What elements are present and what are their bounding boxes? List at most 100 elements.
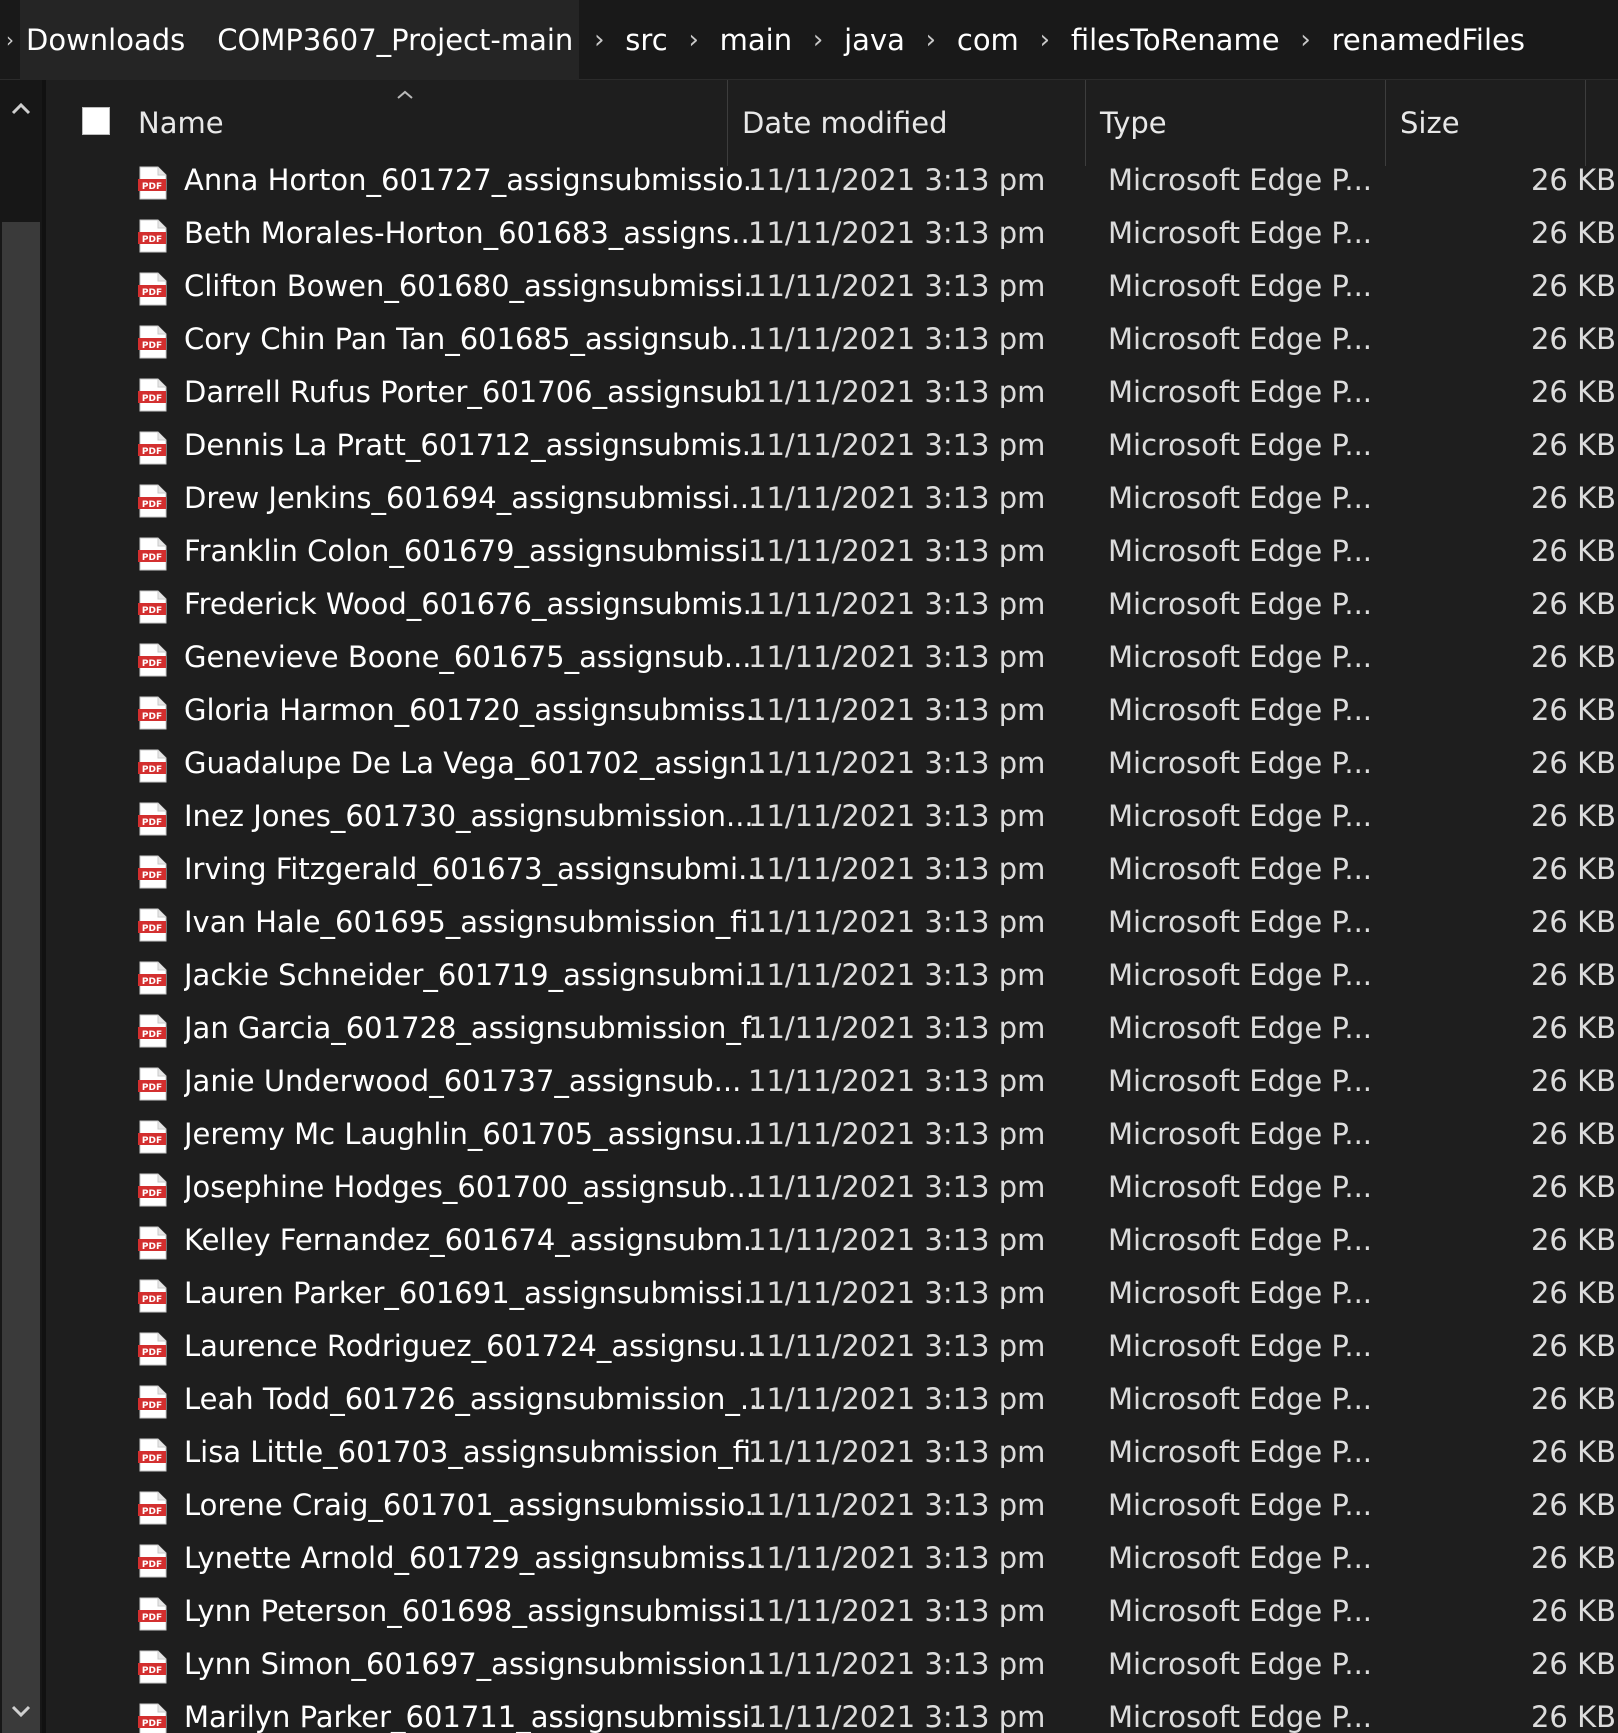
chevron-right-icon[interactable]: › [674,0,714,80]
file-type: Microsoft Edge P... [1108,1435,1373,1469]
file-size: 26 KB [1530,216,1616,250]
breadcrumb-label[interactable]: renamedFiles [1326,0,1531,80]
file-row[interactable]: PDF Franklin Colon_601679_assignsubmissi.… [46,525,1618,578]
breadcrumb-label[interactable]: com [951,0,1025,80]
file-row[interactable]: PDF Janie Underwood_601737_assignsub... 11… [46,1055,1618,1108]
file-row[interactable]: PDF Drew Jenkins_601694_assignsubmissi...… [46,472,1618,525]
file-row[interactable]: PDF Genevieve Boone_601675_assignsub... 11… [46,631,1618,684]
file-name: Josephine Hodges_601700_assignsub... [184,1170,755,1204]
file-type: Microsoft Edge P... [1108,1276,1373,1310]
file-row[interactable]: PDF Lorene Craig_601701_assignsubmissio..… [46,1479,1618,1532]
svg-text:PDF: PDF [142,447,162,457]
select-all-checkbox[interactable] [82,107,110,135]
file-date-modified: 11/11/2021 3:13 pm [748,693,1046,727]
breadcrumb-item-project[interactable]: COMP3607_Project-main › [211,0,619,80]
file-row[interactable]: PDF Dennis La Pratt_601712_assignsubmis..… [46,419,1618,472]
file-row[interactable]: PDF Lynn Peterson_601698_assignsubmissi..… [46,1585,1618,1638]
svg-text:PDF: PDF [142,1454,162,1464]
file-row[interactable]: PDF Jan Garcia_601728_assignsubmission_f.… [46,1002,1618,1055]
file-row[interactable]: PDF Cory Chin Pan Tan_601685_assignsub...… [46,313,1618,366]
file-type: Microsoft Edge P... [1108,1170,1373,1204]
svg-text:PDF: PDF [142,1083,162,1093]
file-row[interactable]: PDF Lisa Little_601703_assignsubmission_f… [46,1426,1618,1479]
file-name: Lauren Parker_601691_assignsubmissi... [184,1276,764,1310]
breadcrumb-item-filestorename[interactable]: filesToRename › [1065,0,1326,80]
svg-text:PDF: PDF [142,1136,162,1146]
file-date-modified: 11/11/2021 3:13 pm [748,1700,1046,1733]
file-row[interactable]: PDF Guadalupe De La Vega_601702_assign...… [46,737,1618,790]
file-type: Microsoft Edge P... [1108,1011,1373,1045]
navigation-pane-scrollbar[interactable] [0,80,42,1733]
svg-text:PDF: PDF [142,712,162,722]
file-size: 26 KB [1530,1594,1616,1628]
breadcrumb-item-com[interactable]: com › [951,0,1065,80]
chevron-right-icon[interactable]: › [579,0,619,80]
file-row[interactable]: PDF Anna Horton_601727_assignsubmissio...… [46,154,1618,207]
chevron-down-icon[interactable] [0,1692,42,1732]
pdf-file-icon: PDF [138,219,167,253]
breadcrumb-overflow-chevron-icon[interactable]: › [0,28,20,52]
file-row[interactable]: PDF Kelley Fernandez_601674_assignsubm...… [46,1214,1618,1267]
file-name: Anna Horton_601727_assignsubmissio... [184,163,764,197]
breadcrumb-label[interactable]: src [619,0,673,80]
pdf-file-icon: PDF [138,272,167,306]
file-row[interactable]: PDF Laurence Rodriguez_601724_assignsu...… [46,1320,1618,1373]
file-row[interactable]: PDF Inez Jones_601730_assignsubmission...… [46,790,1618,843]
svg-text:PDF: PDF [142,818,162,828]
scrollbar-thumb[interactable] [2,222,40,1733]
svg-text:PDF: PDF [142,1666,162,1676]
file-row[interactable]: PDF Ivan Hale_601695_assignsubmission_fi.… [46,896,1618,949]
file-name: Frederick Wood_601676_assignsubmis... [184,587,764,621]
file-row[interactable]: PDF Lynette Arnold_601729_assignsubmiss..… [46,1532,1618,1585]
chevron-up-icon[interactable] [0,90,42,130]
chevron-right-icon[interactable]: › [1286,0,1326,80]
file-size: 26 KB [1530,1700,1616,1733]
breadcrumb-label[interactable]: filesToRename [1065,0,1286,80]
breadcrumb-label[interactable]: main [714,0,798,80]
svg-text:PDF: PDF [142,182,162,192]
file-row[interactable]: PDF Clifton Bowen_601680_assignsubmissi..… [46,260,1618,313]
breadcrumb-item-src[interactable]: src › [619,0,713,80]
file-type: Microsoft Edge P... [1108,587,1373,621]
file-size: 26 KB [1530,852,1616,886]
file-size: 26 KB [1530,428,1616,462]
file-row[interactable]: PDF Lauren Parker_601691_assignsubmissi..… [46,1267,1618,1320]
breadcrumb-label[interactable]: java [838,0,911,80]
file-row[interactable]: PDF Jackie Schneider_601719_assignsubmi..… [46,949,1618,1002]
file-row[interactable]: PDF Jeremy Mc Laughlin_601705_assignsu...… [46,1108,1618,1161]
breadcrumb-item-downloads[interactable]: Downloads [20,0,212,80]
file-size: 26 KB [1530,322,1616,356]
svg-text:PDF: PDF [142,1348,162,1358]
breadcrumb-item-java[interactable]: java › [838,0,951,80]
column-header-label: Date modified [742,106,948,140]
file-row[interactable]: PDF Beth Morales-Horton_601683_assigns...… [46,207,1618,260]
file-size: 26 KB [1530,905,1616,939]
breadcrumb-item-renamedfiles[interactable]: renamedFiles [1326,0,1531,80]
svg-text:PDF: PDF [142,659,162,669]
svg-text:PDF: PDF [142,1613,162,1623]
chevron-right-icon[interactable]: › [798,0,838,80]
file-date-modified: 11/11/2021 3:13 pm [748,1647,1046,1681]
breadcrumb-label[interactable]: COMP3607_Project-main [211,0,580,80]
svg-text:PDF: PDF [142,1189,162,1199]
breadcrumb-label[interactable]: Downloads [20,0,212,80]
file-row[interactable]: PDF Gloria Harmon_601720_assignsubmiss...… [46,684,1618,737]
file-row[interactable]: PDF Lynn Simon_601697_assignsubmission...… [46,1638,1618,1691]
file-size: 26 KB [1530,481,1616,515]
breadcrumb-item-main[interactable]: main › [714,0,838,80]
chevron-right-icon[interactable]: › [1025,0,1065,80]
chevron-right-icon[interactable]: › [911,0,951,80]
file-row[interactable]: PDF Marilyn Parker_601711_assignsubmissi.… [46,1691,1618,1733]
pdf-file-icon: PDF [138,1279,167,1313]
file-row[interactable]: PDF Irving Fitzgerald_601673_assignsubmi.… [46,843,1618,896]
pdf-file-icon: PDF [138,1226,167,1260]
pdf-file-icon: PDF [138,1385,167,1419]
file-size: 26 KB [1530,1223,1616,1257]
file-row[interactable]: PDF Josephine Hodges_601700_assignsub... 1… [46,1161,1618,1214]
file-date-modified: 11/11/2021 3:13 pm [748,958,1046,992]
file-row[interactable]: PDF Darrell Rufus Porter_601706_assignsub… [46,366,1618,419]
file-row[interactable]: PDF Frederick Wood_601676_assignsubmis...… [46,578,1618,631]
file-date-modified: 11/11/2021 3:13 pm [748,1223,1046,1257]
pdf-file-icon: PDF [138,484,167,518]
file-row[interactable]: PDF Leah Todd_601726_assignsubmission_...… [46,1373,1618,1426]
